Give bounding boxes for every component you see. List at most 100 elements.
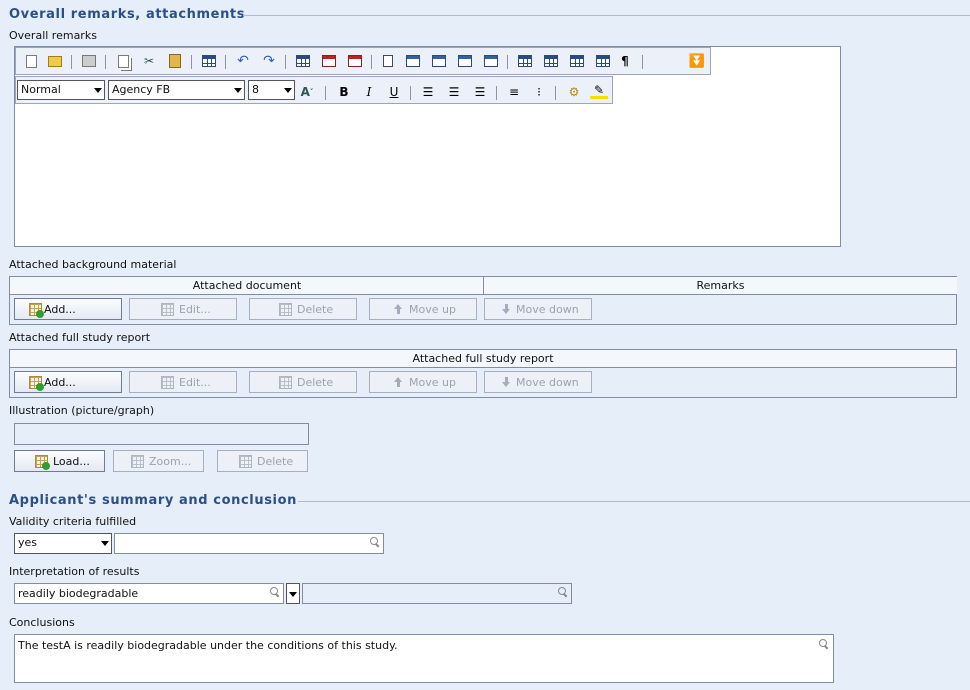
section-divider [298, 501, 970, 502]
spell-check-icon[interactable]: ⚙ [565, 83, 583, 101]
open-folder-icon[interactable] [46, 52, 64, 70]
overall-remarks-label: Overall remarks [9, 29, 97, 42]
button-label: Add... [44, 375, 76, 389]
arrow-up-icon [394, 304, 403, 315]
table-icon[interactable] [320, 52, 338, 70]
button-label: Move up [409, 375, 456, 389]
validity-select-value: yes [18, 536, 38, 549]
delete-report-button[interactable]: Delete [249, 371, 357, 393]
toolbar-separator [507, 55, 508, 69]
table-icon[interactable] [404, 52, 422, 70]
undo-icon[interactable]: ↶ [234, 52, 252, 70]
toolbar-separator [325, 86, 326, 100]
numbered-list-icon[interactable]: ≡ [505, 83, 523, 101]
load-illustration-button[interactable]: Load... [14, 450, 105, 472]
align-left-icon[interactable]: ☰ [419, 83, 437, 101]
delete-icon [239, 455, 252, 468]
toolbar-separator [642, 55, 643, 69]
toolbar-separator [371, 55, 372, 69]
table-icon[interactable] [482, 52, 500, 70]
toolbar-separator [410, 86, 411, 100]
bold-icon[interactable]: B [335, 83, 353, 101]
arrow-up-icon [394, 377, 403, 388]
italic-icon[interactable]: I [360, 83, 378, 101]
interpretation-other-field [302, 583, 572, 604]
edit-background-button[interactable]: Edit... [129, 298, 237, 320]
font-size-select[interactable]: 8 [248, 80, 295, 100]
button-label: Delete [297, 302, 334, 316]
column-header-attached-document[interactable]: Attached document [10, 277, 484, 295]
column-header-full-study-report[interactable]: Attached full study report [10, 350, 956, 368]
edit-icon [161, 376, 174, 389]
illustration-label: Illustration (picture/graph) [9, 404, 155, 417]
new-document-icon[interactable] [22, 52, 40, 70]
paste-icon[interactable] [166, 52, 184, 70]
move-down-background-button[interactable]: Move down [484, 298, 592, 320]
arrow-down-icon [502, 377, 511, 388]
highlight-icon[interactable]: ✎ [590, 83, 608, 99]
button-label: Delete [297, 375, 334, 389]
table-grid-icon[interactable] [594, 52, 612, 70]
copy-icon[interactable] [114, 52, 132, 70]
delete-background-button[interactable]: Delete [249, 298, 357, 320]
add-report-button[interactable]: Add... [14, 371, 122, 393]
move-up-report-button[interactable]: Move up [369, 371, 477, 393]
chevron-down-icon [284, 88, 292, 93]
table-grid-icon[interactable] [568, 52, 586, 70]
edit-report-button[interactable]: Edit... [129, 371, 237, 393]
table-icon[interactable] [200, 52, 218, 70]
search-icon[interactable] [558, 587, 567, 596]
edit-icon [161, 303, 174, 316]
bullet-list-icon[interactable]: ⁝ [530, 83, 548, 101]
table-icon[interactable] [294, 52, 312, 70]
font-size-icon[interactable]: A ˅ [298, 83, 316, 101]
validity-select[interactable]: yes [14, 533, 112, 554]
interpretation-label: Interpretation of results [9, 565, 140, 578]
add-background-button[interactable]: Add... [14, 298, 122, 320]
expand-down-icon[interactable]: ⏬ [688, 52, 706, 70]
table-icon[interactable] [456, 52, 474, 70]
paragraph-style-select[interactable]: Normal [17, 80, 105, 100]
search-icon[interactable] [819, 639, 828, 648]
pilcrow-icon[interactable]: ¶ [616, 52, 634, 70]
underline-icon[interactable]: U [385, 83, 403, 101]
font-family-select[interactable]: Agency FB [108, 80, 245, 100]
zoom-illustration-button[interactable]: Zoom... [113, 450, 204, 472]
table-icon[interactable] [346, 52, 364, 70]
align-center-icon[interactable]: ☰ [445, 83, 463, 101]
print-icon[interactable] [80, 52, 98, 70]
move-down-report-button[interactable]: Move down [484, 371, 592, 393]
button-label: Move up [409, 302, 456, 316]
button-label: Edit... [179, 302, 211, 316]
arrow-down-icon [502, 304, 511, 315]
search-icon[interactable] [370, 537, 379, 546]
button-label: Add... [44, 302, 76, 316]
delete-illustration-button[interactable]: Delete [217, 450, 308, 472]
conclusions-textarea[interactable]: The testA is readily biodegradable under… [14, 634, 834, 683]
interpretation-dropdown-button[interactable] [286, 583, 300, 604]
chevron-down-icon [234, 88, 242, 93]
table-grid-icon[interactable] [542, 52, 560, 70]
insert-column-icon[interactable] [379, 52, 397, 70]
editor-content-area[interactable] [15, 105, 840, 246]
toolbar-separator [71, 55, 72, 69]
button-label: Zoom... [149, 454, 192, 468]
redo-icon[interactable]: ↷ [260, 52, 278, 70]
move-up-background-button[interactable]: Move up [369, 298, 477, 320]
delete-icon [279, 376, 292, 389]
cut-icon[interactable]: ✂ [140, 52, 158, 70]
toolbar-separator [555, 86, 556, 100]
column-header-remarks[interactable]: Remarks [483, 277, 957, 295]
table-grid-icon[interactable] [516, 52, 534, 70]
search-icon[interactable] [270, 587, 279, 596]
interpretation-field[interactable]: readily biodegradable [14, 583, 284, 604]
load-icon [35, 455, 50, 470]
button-label: Edit... [179, 375, 211, 389]
table-icon[interactable] [430, 52, 448, 70]
align-right-icon[interactable]: ☰ [471, 83, 489, 101]
validity-remarks-field[interactable] [114, 533, 384, 554]
section-title-remarks: Overall remarks, attachments [9, 7, 246, 22]
font-family-value: Agency FB [112, 83, 171, 96]
interpretation-value: readily biodegradable [18, 587, 139, 600]
conclusions-value: The testA is readily biodegradable under… [18, 639, 398, 652]
